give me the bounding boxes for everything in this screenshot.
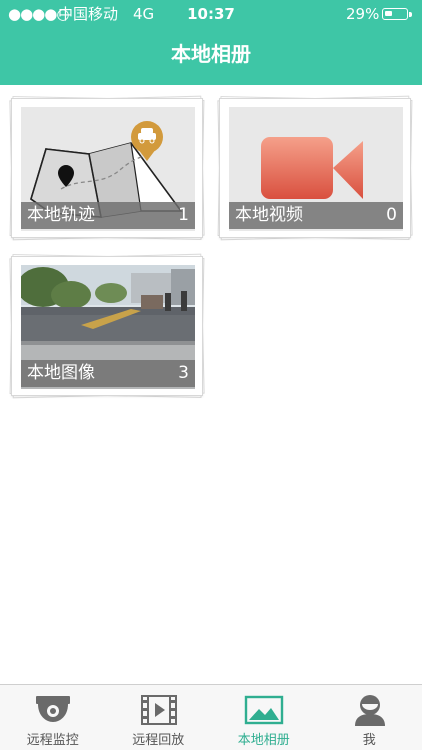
album-tile-video[interactable]: 本地视频 0 [219,98,411,238]
album-caption: 本地视频 0 [229,202,403,229]
security-camera-icon [32,694,74,726]
album-count: 3 [178,360,189,387]
album-image-icon [243,694,285,726]
tab-local-album[interactable]: 本地相册 [211,685,317,751]
user-avatar-icon [349,694,391,726]
album-count: 1 [178,202,189,229]
album-count: 0 [386,202,397,229]
film-play-icon [138,694,180,726]
tab-remote-playback[interactable]: 远程回放 [106,685,212,751]
tab-me[interactable]: 我 [317,685,422,751]
battery-icon [382,8,408,20]
album-caption: 本地轨迹 1 [21,202,195,229]
battery-percent: 29% [346,0,379,28]
album-tile-images[interactable]: 本地图像 3 [11,256,203,396]
tab-label: 我 [317,729,422,748]
status-bar: ●●●●○ 中国移动 4G 10:37 29% [0,0,422,28]
tab-bar: 远程监控 远程回放 本地相册 我 [0,684,422,750]
page-title: 本地相册 [0,38,422,70]
album-name: 本地轨迹 [27,202,95,229]
tab-remote-monitor[interactable]: 远程监控 [0,685,106,751]
tab-label: 本地相册 [211,729,317,748]
album-caption: 本地图像 3 [21,360,195,387]
tab-label: 远程回放 [106,729,212,748]
album-name: 本地图像 [27,360,95,387]
album-tile-trajectory[interactable]: 本地轨迹 1 [11,98,203,238]
tab-label: 远程监控 [0,729,106,748]
header: ●●●●○ 中国移动 4G 10:37 29% 本地相册 [0,0,422,85]
album-name: 本地视频 [235,202,303,229]
